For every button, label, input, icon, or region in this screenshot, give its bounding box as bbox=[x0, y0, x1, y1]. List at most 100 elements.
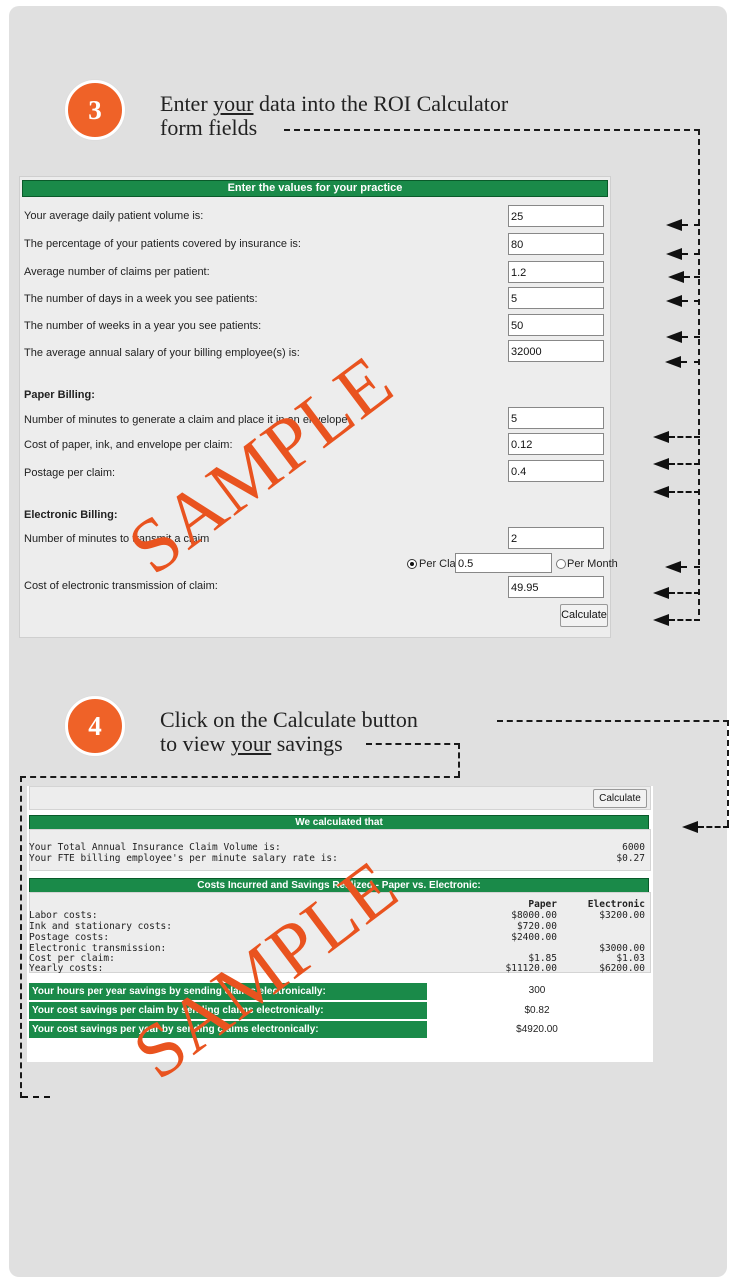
arrow-head-icon bbox=[682, 821, 698, 833]
insurance-percentage-input[interactable]: 80 bbox=[508, 233, 604, 255]
arrow-line bbox=[669, 463, 700, 465]
days-per-week-input[interactable]: 5 bbox=[508, 287, 604, 309]
radio-dot bbox=[410, 562, 414, 566]
step-4-connector-drop bbox=[458, 743, 460, 777]
daily-patient-volume-input[interactable]: 25 bbox=[508, 205, 604, 227]
cost-row-paper: $8000.00 bbox=[511, 910, 557, 921]
per-month-radio[interactable] bbox=[556, 559, 566, 569]
field-label: Your average daily patient volume is: bbox=[24, 210, 204, 222]
arrow-line bbox=[669, 491, 700, 493]
rate-value: $0.27 bbox=[616, 853, 645, 864]
results-toolbar bbox=[29, 786, 651, 810]
arrow-line bbox=[682, 336, 700, 338]
step-3-connector-vertical bbox=[698, 129, 700, 615]
per-month-label: Per Month bbox=[567, 558, 618, 570]
annual-salary-input[interactable]: 32000 bbox=[508, 340, 604, 362]
arrow-head-icon bbox=[666, 295, 682, 307]
step-4-text-a: Click on the bbox=[160, 707, 268, 732]
cost-row-label: Postage costs: bbox=[29, 932, 110, 943]
field-label: Average number of claims per patient: bbox=[24, 266, 210, 278]
rate-label: Your FTE billing employee's per minute s… bbox=[29, 853, 338, 864]
step-4-connector-left bbox=[20, 776, 460, 778]
arrow-head-icon bbox=[653, 587, 669, 599]
col-electronic-header: Electronic bbox=[587, 899, 645, 910]
weeks-per-year-input[interactable]: 50 bbox=[508, 314, 604, 336]
step-3-connector-horizontal bbox=[284, 129, 700, 131]
cost-row-electronic: $3200.00 bbox=[599, 910, 645, 921]
step-4-text-d: savings bbox=[276, 731, 343, 756]
savings-per-year-value: $4920.00 bbox=[516, 1024, 558, 1035]
step-3-badge: 3 bbox=[65, 80, 125, 140]
step-4-connector-end bbox=[22, 1096, 50, 1098]
step-4-connector-right bbox=[727, 720, 729, 826]
results-calculate-button[interactable]: Calculate bbox=[593, 789, 647, 808]
volume-label: Your Total Annual Insurance Claim Volume… bbox=[29, 842, 281, 853]
cost-row-electronic: $6200.00 bbox=[599, 963, 645, 974]
field-label: The number of weeks in a year you see pa… bbox=[24, 320, 262, 332]
arrow-head-icon bbox=[653, 486, 669, 498]
arrow-line bbox=[684, 276, 700, 278]
step-3-your: your bbox=[213, 91, 254, 116]
step-3-text-b: data into the ROI Calculator bbox=[258, 91, 509, 116]
arrow-line bbox=[669, 592, 700, 594]
arrow-head-icon bbox=[666, 219, 682, 231]
paper-cost-input[interactable]: 0.12 bbox=[508, 433, 604, 455]
arrow-head-icon bbox=[665, 561, 681, 573]
paper-billing-heading: Paper Billing: bbox=[24, 389, 95, 401]
field-label: The average annual salary of your billin… bbox=[24, 347, 300, 359]
arrow-head-icon bbox=[666, 331, 682, 343]
volume-value: 6000 bbox=[622, 842, 645, 853]
claims-per-patient-input[interactable]: 1.2 bbox=[508, 261, 604, 283]
cost-row-paper: $2400.00 bbox=[511, 932, 557, 943]
step-4-badge: 4 bbox=[65, 696, 125, 756]
step-3-text-a: Enter bbox=[160, 91, 208, 116]
transmit-minutes-input[interactable]: 2 bbox=[508, 527, 604, 549]
col-paper-header: Paper bbox=[528, 899, 557, 910]
step-4-arrow-line bbox=[698, 826, 729, 828]
cost-row-paper: $11120.00 bbox=[505, 963, 557, 974]
per-month-input[interactable]: 49.95 bbox=[508, 576, 604, 598]
results-header-1: We calculated that bbox=[29, 815, 649, 830]
step-3-text-c: form fields bbox=[160, 115, 258, 140]
cost-row-label: Ink and stationary costs: bbox=[29, 921, 172, 932]
calculate-button[interactable]: Calculate bbox=[560, 604, 608, 627]
cost-row-label: Labor costs: bbox=[29, 910, 98, 921]
arrow-line bbox=[669, 619, 700, 621]
savings-per-claim-value: $0.82 bbox=[524, 1005, 550, 1016]
step-4-text-b: button bbox=[361, 707, 418, 732]
arrow-head-icon bbox=[653, 431, 669, 443]
arrow-line bbox=[682, 253, 700, 255]
step-4-text-c: to view bbox=[160, 731, 226, 756]
step-4-instruction: Click on the Calculate button to view yo… bbox=[160, 708, 418, 756]
postage-input[interactable]: 0.4 bbox=[508, 460, 604, 482]
step-4-connector-top bbox=[497, 720, 729, 722]
arrow-head-icon bbox=[665, 356, 681, 368]
arrow-line bbox=[682, 300, 700, 302]
cost-row-paper: $720.00 bbox=[516, 921, 557, 932]
step-4-your: your bbox=[230, 731, 272, 756]
field-label: Cost of paper, ink, and envelope per cla… bbox=[24, 439, 233, 451]
arrow-line bbox=[682, 224, 700, 226]
field-label: The percentage of your patients covered … bbox=[24, 238, 301, 250]
step-4-connector-short bbox=[366, 743, 460, 745]
minutes-per-claim-input[interactable]: 5 bbox=[508, 407, 604, 429]
field-label: The number of days in a week you see pat… bbox=[24, 293, 258, 305]
step-3-instruction: Enter your data into the ROI Calculator … bbox=[160, 92, 508, 140]
step-4-calculate-word: Calculate bbox=[273, 707, 357, 732]
field-label: Cost of electronic transmission of claim… bbox=[24, 580, 218, 592]
cost-row-label: Yearly costs: bbox=[29, 963, 104, 974]
arrow-line bbox=[681, 361, 700, 363]
arrow-head-icon bbox=[668, 271, 684, 283]
arrow-head-icon bbox=[666, 248, 682, 260]
arrow-line bbox=[669, 436, 700, 438]
per-claim-radio[interactable] bbox=[407, 559, 417, 569]
field-label: Postage per claim: bbox=[24, 467, 116, 479]
per-claim-input[interactable]: 0.5 bbox=[455, 553, 552, 573]
arrow-head-icon bbox=[653, 458, 669, 470]
arrow-head-icon bbox=[653, 614, 669, 626]
arrow-line bbox=[681, 566, 700, 568]
form-header: Enter the values for your practice bbox=[22, 180, 608, 197]
savings-hours-value: 300 bbox=[528, 985, 546, 996]
step-4-connector-down bbox=[20, 776, 22, 1098]
electronic-billing-heading: Electronic Billing: bbox=[24, 509, 118, 521]
